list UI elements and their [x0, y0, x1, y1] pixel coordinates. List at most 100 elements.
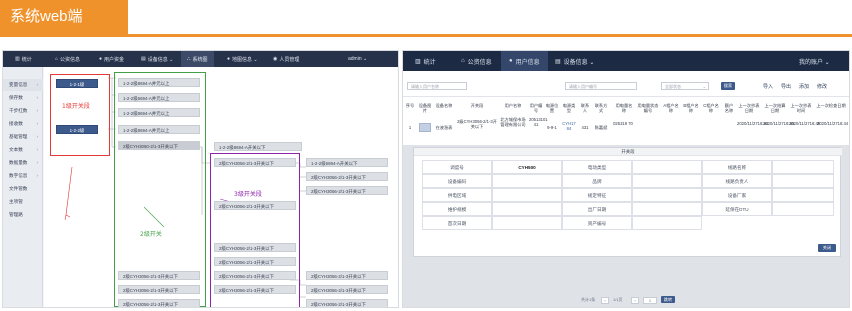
table-cell: 北方城保市场管理有限公司 [500, 117, 526, 127]
sidebar-item-label: 数字信息 [9, 173, 28, 178]
tree-node-level2[interactable]: 1-2-2级8694-A并元以上 [118, 125, 200, 134]
detail-value [632, 188, 702, 202]
left-nav-system[interactable]: ⛬ 系统图 [181, 51, 214, 67]
sidebar-item[interactable]: 数据量数 › [3, 157, 43, 169]
tree-node-level4[interactable]: 1-2-2级6694-A开关以下 [306, 158, 388, 167]
sidebar-item[interactable]: 文件管数 [3, 183, 43, 195]
detail-value [492, 202, 562, 216]
sidebar-item[interactable]: 千步红数 › [3, 105, 43, 117]
left-nav-label: 人员管理 [279, 56, 300, 63]
left-nav-devices[interactable]: ▤ 设备信息 ⌄ [141, 51, 173, 67]
export-button[interactable]: 导出 [781, 83, 791, 90]
table-header: 用户编号 [529, 103, 543, 113]
tree-node-level4[interactable]: 2级CYH3056-2/1-3开关以下 [306, 271, 388, 280]
table-cell: 9-9-1 [547, 125, 557, 130]
tree-node-level2[interactable]: 1-2-2级8694-A并元以上 [118, 108, 200, 117]
tree-node-level2[interactable]: 1-2-2级6694-A并元以上 [118, 93, 200, 102]
detail-label: 供电区域 [422, 188, 492, 202]
table-header: 联系方式 [594, 103, 608, 113]
table-cell: 2020/11/2716:45 [789, 121, 821, 126]
tree-node-level3[interactable]: 2级CYH3056-2/1-3开关以下 [214, 243, 296, 252]
right-nav-users[interactable]: ● 用户信息 [501, 51, 548, 71]
page-input[interactable]: 1 [643, 297, 657, 304]
tree-node-level1[interactable]: 1-2-2级 [56, 125, 98, 134]
sidebar-item[interactable]: 文本数 › [3, 144, 43, 156]
pagination-total: 共计1条 [581, 297, 596, 302]
sidebar-item[interactable]: 变量信息 › [3, 79, 43, 91]
tree-node-level3[interactable]: 2级CYH3056-2/1-3开关以下 [214, 158, 296, 167]
chevron-right-icon: › [36, 95, 39, 100]
sidebar-item[interactable]: 主项管 [3, 196, 43, 208]
prev-page-icon[interactable]: ‹ [601, 297, 609, 304]
tree-node-level2[interactable]: 2级CYH3056-2/1-3开关以下 [118, 271, 200, 280]
detail-label: 维护规模 [422, 202, 492, 216]
detail-value [632, 160, 702, 174]
tree-node-level2[interactable]: 2级CYH3056-2/1-3开关以下 [118, 299, 200, 307]
left-nav-people[interactable]: ◉ 人员管理 [273, 51, 299, 67]
detail-value [492, 216, 562, 230]
tree-node-level4[interactable]: 2级CYH3056-2/1-3开关以下 [306, 299, 388, 307]
left-nav-users[interactable]: ● 用户资金 [99, 51, 124, 67]
tree-node-level3[interactable]: 1-2-2级8694-A开关以下 [214, 142, 302, 151]
detail-value [772, 174, 834, 188]
left-nav-public[interactable]: ⌂ 公资信息 [55, 51, 80, 67]
sidebar-item-label: 基础管理 [9, 134, 28, 139]
sidebar-item[interactable]: 基础管理 › [3, 131, 43, 143]
sidebar-item[interactable]: 保存数 › [3, 92, 43, 104]
right-nav-public[interactable]: ⌂ 公资信息 [461, 51, 492, 71]
table-cell: 陈嘉斌 [594, 125, 608, 130]
device-thumbnail[interactable] [419, 123, 431, 132]
sidebar-item-label: 数据量数 [9, 160, 28, 165]
table-cell: 2020/11/2716:44 [817, 121, 849, 126]
tree-node-level4[interactable]: 2级CYH3056-2/1-3开关以下 [306, 186, 388, 195]
tree-node-level2-selected[interactable]: 2级CYH3050-2/1-3开关以下 [118, 141, 200, 150]
right-nav-stats[interactable]: ▥ 统计 [415, 51, 436, 71]
table-header: 联系人 [580, 103, 590, 113]
tree-node-level2[interactable]: 1-2-2级8694-A并元以上 [118, 78, 200, 87]
status-select[interactable]: 全部状态 ⌄ [661, 82, 709, 90]
search-button[interactable]: 搜索 [721, 82, 735, 90]
go-page-button[interactable]: 跳转 [661, 296, 675, 303]
search-input-name[interactable]: 请输入用户名称 [407, 82, 467, 90]
tree-node-level2[interactable]: 2级CYH3056-2/1-3开关以下 [118, 285, 200, 294]
detail-label: 线路负责人 [702, 174, 772, 188]
left-nav-label: 用户资金 [104, 56, 125, 63]
tree-node-level3[interactable]: 2级CYH3056-2/1-3开关以下 [214, 271, 296, 280]
sidebar-item[interactable]: 数字信息 › [3, 170, 43, 182]
sidebar-item-label: 管理路 [9, 212, 23, 217]
edit-button[interactable]: 修改 [817, 83, 827, 90]
detail-value: CYH500 [492, 160, 562, 174]
table-header: 用电量状态编号 [637, 103, 659, 113]
table-header: 电源位置 [545, 103, 559, 113]
table-header: 上一次检查日期 [816, 103, 846, 108]
detail-label: 延保在DTU [702, 202, 772, 216]
tree-node-level3[interactable]: 2级CYH3056-2/1-3开关以下 [214, 201, 296, 210]
table-cell: 20513101 41 [529, 117, 548, 127]
chevron-right-icon: › [36, 173, 39, 178]
sidebar-item[interactable]: 管理路 [3, 209, 43, 221]
sidebar-item[interactable]: 接收数 › [3, 118, 43, 130]
table-cell-link[interactable]: CYH17 84 [561, 121, 577, 131]
add-button[interactable]: 添加 [799, 83, 809, 90]
tree-node-level1[interactable]: 1-2-1级 [56, 79, 98, 88]
left-nav-map[interactable]: ● 地图信息 ⌄ [227, 51, 258, 67]
detail-value [632, 174, 702, 188]
right-nav-devices[interactable]: ▤ 设备信息 ⌄ [555, 51, 594, 71]
left-nav-label: 设备信息 ⌄ [147, 56, 174, 63]
right-user-menu[interactable]: 我的账户 ⌄ [799, 51, 830, 71]
device-icon: ▤ [141, 56, 146, 62]
detail-value [492, 188, 562, 202]
import-button[interactable]: 导入 [763, 83, 773, 90]
table-header: 上一次抄表时间 [790, 103, 812, 113]
table-header: A相户名称 [663, 103, 679, 113]
left-user-menu[interactable]: admin ⌄ [348, 51, 367, 67]
tree-node-level3[interactable]: 2级CYH3056-2/1-3开关以下 [214, 257, 296, 266]
tree-node-level4[interactable]: 2级CYH3056-2/1-3开关以下 [306, 172, 388, 181]
tree-node-level4[interactable]: 2级CYH3056-2/1-3开关以下 [306, 285, 388, 294]
left-nav-stats[interactable]: ▥ 统计 [15, 51, 32, 67]
table-cell: 2020/11/2716:45 [763, 121, 795, 126]
tree-node-level3[interactable]: 2级CYH3056-2/1-3开关以下 [214, 285, 296, 294]
next-page-icon[interactable]: › [631, 297, 639, 304]
search-input-code[interactable]: 请输入用户编号 [565, 82, 637, 90]
modal-close-button[interactable]: 关闭 [818, 244, 836, 252]
